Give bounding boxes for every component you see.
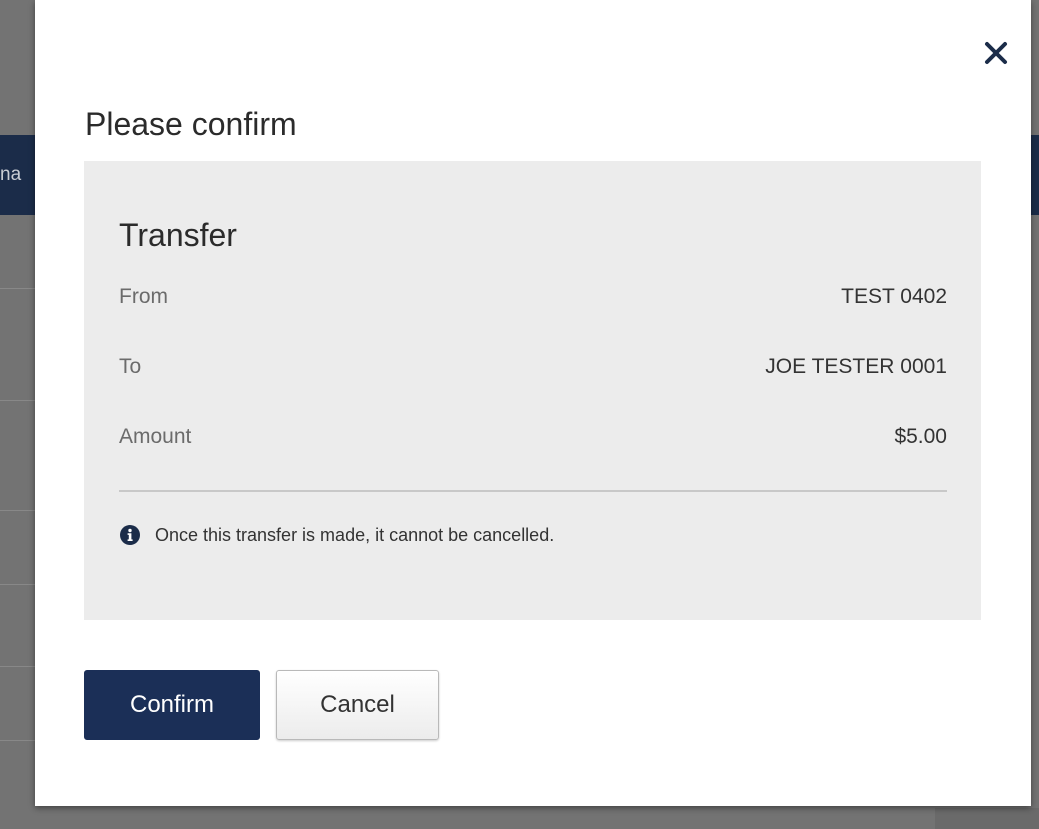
transfer-notice: Once this transfer is made, it cannot be… <box>119 523 554 547</box>
background-panel <box>935 808 1039 829</box>
background-divider <box>0 740 36 741</box>
background-divider <box>0 584 36 585</box>
background-nav-text: na <box>0 164 22 185</box>
row-value: TEST 0402 <box>841 285 947 308</box>
cancel-button[interactable]: Cancel <box>276 670 439 740</box>
close-button[interactable] <box>981 38 1011 68</box>
summary-row-amount: Amount $5.00 <box>119 423 947 451</box>
summary-divider <box>119 490 947 492</box>
background-divider <box>0 666 36 667</box>
row-label: To <box>119 355 142 378</box>
row-value: $5.00 <box>894 425 947 448</box>
background-divider <box>0 288 36 289</box>
confirm-button[interactable]: Confirm <box>84 670 260 740</box>
summary-row-from: From TEST 0402 <box>119 283 947 311</box>
summary-row-to: To JOE TESTER 0001 <box>119 353 947 381</box>
background-divider <box>0 510 36 511</box>
notice-text: Once this transfer is made, it cannot be… <box>155 524 555 545</box>
transfer-summary: Transfer From TEST 0402 To JOE TESTER 00… <box>84 161 981 620</box>
row-label: From <box>119 285 168 308</box>
row-label: Amount <box>119 425 192 448</box>
info-circle-icon <box>119 524 141 546</box>
close-icon <box>985 42 1007 64</box>
row-value: JOE TESTER 0001 <box>765 355 947 378</box>
confirm-dialog: Please confirm Transfer From TEST 0402 T… <box>35 0 1031 806</box>
dialog-title: Please confirm <box>85 106 297 142</box>
summary-heading: Transfer <box>119 217 237 253</box>
background-divider <box>0 400 36 401</box>
